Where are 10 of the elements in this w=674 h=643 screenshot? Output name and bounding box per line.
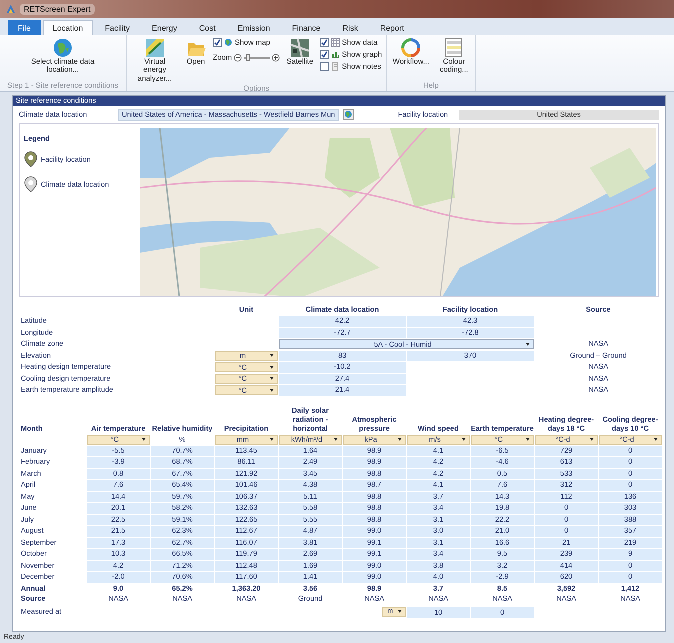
window-title: RETScreen Expert [20,4,95,14]
file-menu-tab[interactable]: File [8,20,41,35]
ribbon-tab[interactable]: Location [42,20,94,35]
ribbon-tab[interactable]: Risk [332,20,368,35]
ribbon-tab[interactable]: Energy [142,20,188,35]
ribbon-tab[interactable]: Report [370,20,414,35]
ribbon-tab[interactable]: Emission [228,20,280,35]
ribbon-tab[interactable]: Facility [95,20,140,35]
ribbon-tab[interactable]: Finance [282,20,331,35]
ribbon-tab[interactable]: Cost [189,20,226,35]
